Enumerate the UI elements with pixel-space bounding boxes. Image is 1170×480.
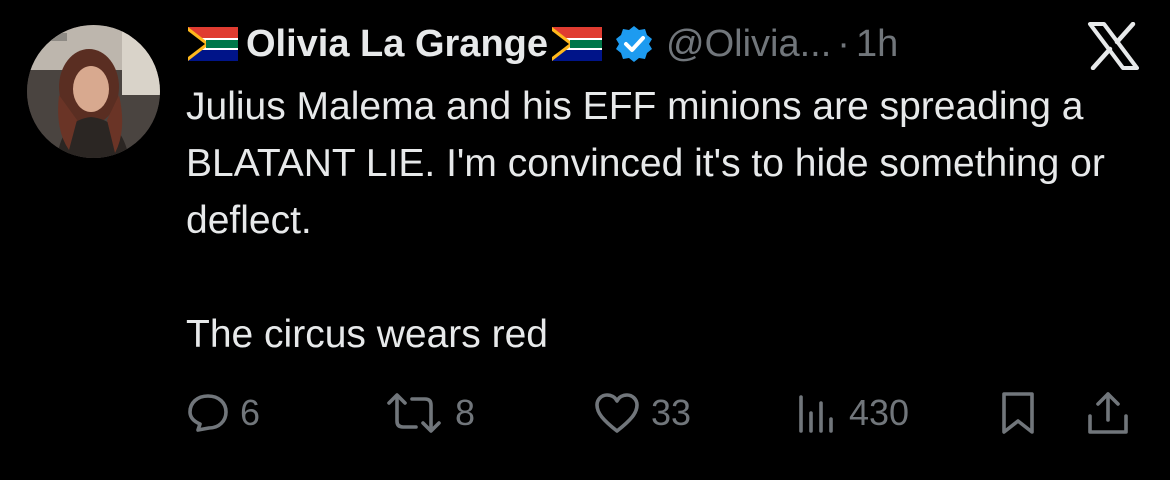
retweet-count: 8 [455,392,476,433]
views-button[interactable]: 430 [795,385,909,441]
like-count: 33 [651,392,692,433]
retweet-button[interactable]: 8 [383,385,475,441]
share-button[interactable] [1085,385,1131,441]
south-africa-flag-icon [552,27,602,61]
user-handle[interactable]: @Olivia... [666,23,831,66]
action-bar: 6 8 33 430 [0,385,1170,441]
bookmark-icon [1002,392,1034,434]
timestamp[interactable]: 1h [856,23,898,66]
reply-icon [188,394,228,432]
x-logo-icon[interactable] [1087,22,1139,70]
reply-button[interactable]: 6 [186,385,260,441]
verified-badge-icon[interactable] [614,24,654,64]
tweet-header: Olivia La Grange @Olivia... · 1h [188,18,898,70]
separator-dot: · [837,22,850,65]
tweet-paragraph: The circus wears red [186,313,548,356]
tweet-paragraph: Julius Malema and his EFF minions are sp… [186,85,1105,242]
views-count: 430 [849,392,910,433]
south-africa-flag-icon [188,27,238,61]
heart-icon [595,393,639,433]
reply-count: 6 [240,392,261,433]
like-button[interactable]: 33 [593,385,691,441]
bookmark-button[interactable] [998,385,1038,441]
tweet-text: Julius Malema and his EFF minions are sp… [186,78,1146,363]
display-name[interactable]: Olivia La Grange [246,23,548,66]
share-icon [1088,392,1128,434]
analytics-icon [799,395,833,433]
retweet-icon [387,393,441,433]
tweet-card[interactable]: Olivia La Grange @Olivia... · 1h Julius … [0,0,1170,480]
avatar[interactable] [27,25,160,158]
